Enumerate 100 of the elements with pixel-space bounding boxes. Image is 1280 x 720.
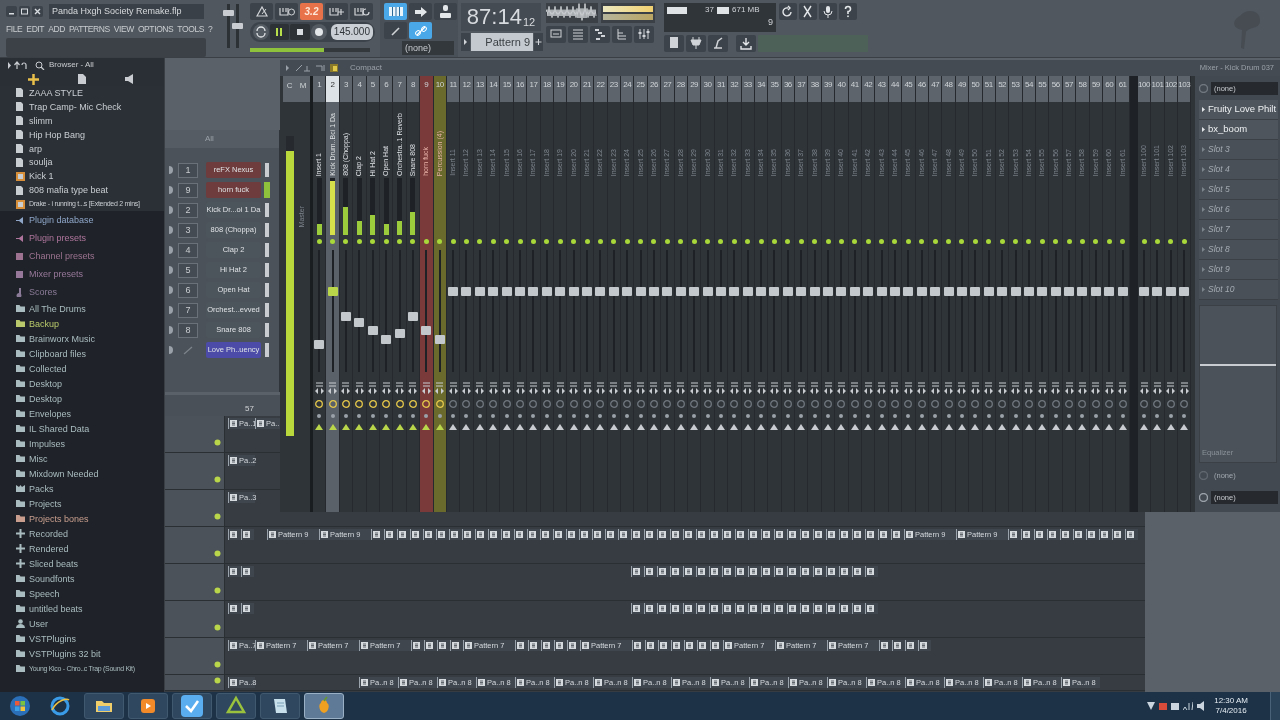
pattern-clip[interactable]	[1099, 529, 1112, 540]
enable-led-icon[interactable]	[624, 239, 630, 244]
enable-led-icon[interactable]	[691, 239, 697, 244]
menu-item[interactable]: OPTIONS	[137, 22, 174, 36]
browser-item[interactable]: Plugin presets	[29, 232, 87, 244]
metronome-button[interactable]	[250, 3, 273, 20]
enable-led-icon[interactable]	[1168, 239, 1174, 244]
browser-item[interactable]: IL Shared Data	[29, 422, 90, 435]
menu-item[interactable]: TOOLS	[177, 22, 205, 36]
pattern-clip[interactable]	[710, 640, 723, 651]
pattern-clip[interactable]	[397, 529, 410, 540]
enable-led-icon[interactable]	[571, 239, 577, 244]
enable-led-icon[interactable]	[410, 239, 416, 244]
pattern-clip[interactable]	[462, 529, 475, 540]
enable-led-icon[interactable]	[437, 239, 443, 244]
enable-led-icon[interactable]	[1093, 239, 1099, 244]
help-icon[interactable]	[839, 3, 857, 20]
mixer-route-field[interactable]: 3	[178, 222, 198, 238]
pattern-clip[interactable]	[761, 566, 774, 577]
pattern-clip[interactable]	[657, 529, 670, 540]
pattern-clip[interactable]	[670, 566, 683, 577]
browser-item[interactable]: Scores	[29, 286, 57, 298]
fader-handle[interactable]	[635, 287, 646, 297]
track-header[interactable]	[165, 564, 225, 600]
pattern-clip[interactable]	[228, 603, 241, 614]
pattern-clip[interactable]	[228, 529, 241, 540]
pattern-clip[interactable]	[865, 603, 878, 614]
pattern-clip[interactable]	[540, 529, 553, 540]
fader-handle[interactable]	[1179, 287, 1190, 297]
fader-handle[interactable]	[849, 287, 860, 297]
pattern-clip[interactable]	[774, 566, 787, 577]
enable-led-icon[interactable]	[477, 239, 483, 244]
fader-handle[interactable]	[354, 317, 365, 327]
pattern-clip[interactable]	[670, 603, 683, 614]
fader-handle[interactable]	[916, 287, 927, 297]
pattern-clip[interactable]	[241, 529, 254, 540]
effect-slot[interactable]: Slot 5	[1199, 180, 1278, 200]
pattern-clip[interactable]	[671, 640, 684, 651]
browser-item[interactable]: Kick 1	[29, 170, 54, 183]
pattern-clip[interactable]	[527, 529, 540, 540]
effect-slot[interactable]: Slot 10	[1199, 280, 1278, 300]
fader-handle[interactable]	[1165, 287, 1176, 297]
enable-led-icon[interactable]	[718, 239, 724, 244]
mixer-route-field[interactable]: 7	[178, 302, 198, 318]
minimize-icon[interactable]	[6, 5, 17, 17]
enable-led-icon[interactable]	[758, 239, 764, 244]
fader-handle[interactable]	[528, 287, 539, 297]
fader-handle[interactable]	[836, 287, 847, 297]
mixer-icon[interactable]	[634, 26, 654, 43]
fader-handle[interactable]	[930, 287, 941, 297]
pattern-clip[interactable]	[1112, 529, 1125, 540]
fader-handle[interactable]	[381, 334, 392, 344]
effect-slot[interactable]: Fruity Love Philt	[1199, 100, 1278, 120]
browser-item[interactable]: slimm	[29, 114, 53, 127]
taskbar-button[interactable]	[216, 693, 256, 719]
fader-handle[interactable]	[675, 287, 686, 297]
browser-item[interactable]: Projects	[29, 497, 62, 510]
pattern-clip[interactable]	[411, 640, 424, 651]
browser-item[interactable]: Desktop	[29, 377, 63, 390]
fader-handle[interactable]	[1037, 287, 1048, 297]
enable-led-icon[interactable]	[490, 239, 496, 244]
fader-handle[interactable]	[541, 287, 552, 297]
enable-led-icon[interactable]	[464, 239, 469, 244]
mixer-route-field[interactable]: 8	[178, 322, 198, 338]
pattern-clip[interactable]	[566, 529, 579, 540]
pattern-clip[interactable]	[683, 603, 696, 614]
enable-led-icon[interactable]	[651, 239, 657, 244]
pattern-clip[interactable]	[528, 640, 541, 651]
step-button[interactable]	[409, 3, 432, 20]
browser-item[interactable]: Brainworx Music	[29, 332, 95, 345]
pattern-clip[interactable]	[632, 640, 645, 651]
fader-handle[interactable]	[1064, 287, 1075, 297]
fader-handle[interactable]	[515, 287, 526, 297]
enable-led-icon[interactable]	[330, 239, 336, 244]
pause-button[interactable]	[270, 24, 289, 40]
pattern-clip[interactable]	[826, 529, 839, 540]
monitor-icon[interactable]	[1171, 702, 1180, 710]
fader-handle[interactable]	[608, 287, 619, 297]
browser-item[interactable]: Mixer presets	[29, 268, 83, 280]
pattern-clip[interactable]	[384, 529, 397, 540]
snap-selector[interactable]: (none)	[402, 41, 454, 55]
enable-led-icon[interactable]	[584, 239, 590, 244]
fader-handle[interactable]	[809, 287, 820, 297]
pattern-clip[interactable]	[865, 566, 878, 577]
fader-handle[interactable]	[782, 287, 793, 297]
pattern-clip[interactable]	[1047, 529, 1060, 540]
piano-roll-icon[interactable]	[590, 26, 610, 43]
record-icon[interactable]	[310, 24, 327, 40]
fader-handle[interactable]	[340, 312, 351, 322]
enable-led-icon[interactable]	[865, 239, 871, 244]
browser-item[interactable]: Recorded	[29, 527, 69, 540]
microphone-icon[interactable]	[819, 3, 837, 20]
fader-handle[interactable]	[582, 287, 592, 297]
fader-handle[interactable]	[903, 287, 914, 297]
pattern-clip[interactable]	[696, 566, 709, 577]
fader-handle[interactable]	[970, 287, 981, 297]
pattern-clip[interactable]	[657, 566, 670, 577]
pattern-clip[interactable]	[787, 566, 800, 577]
browser-item[interactable]: Plugin database	[29, 214, 94, 226]
speaker-icon[interactable]	[125, 74, 136, 84]
